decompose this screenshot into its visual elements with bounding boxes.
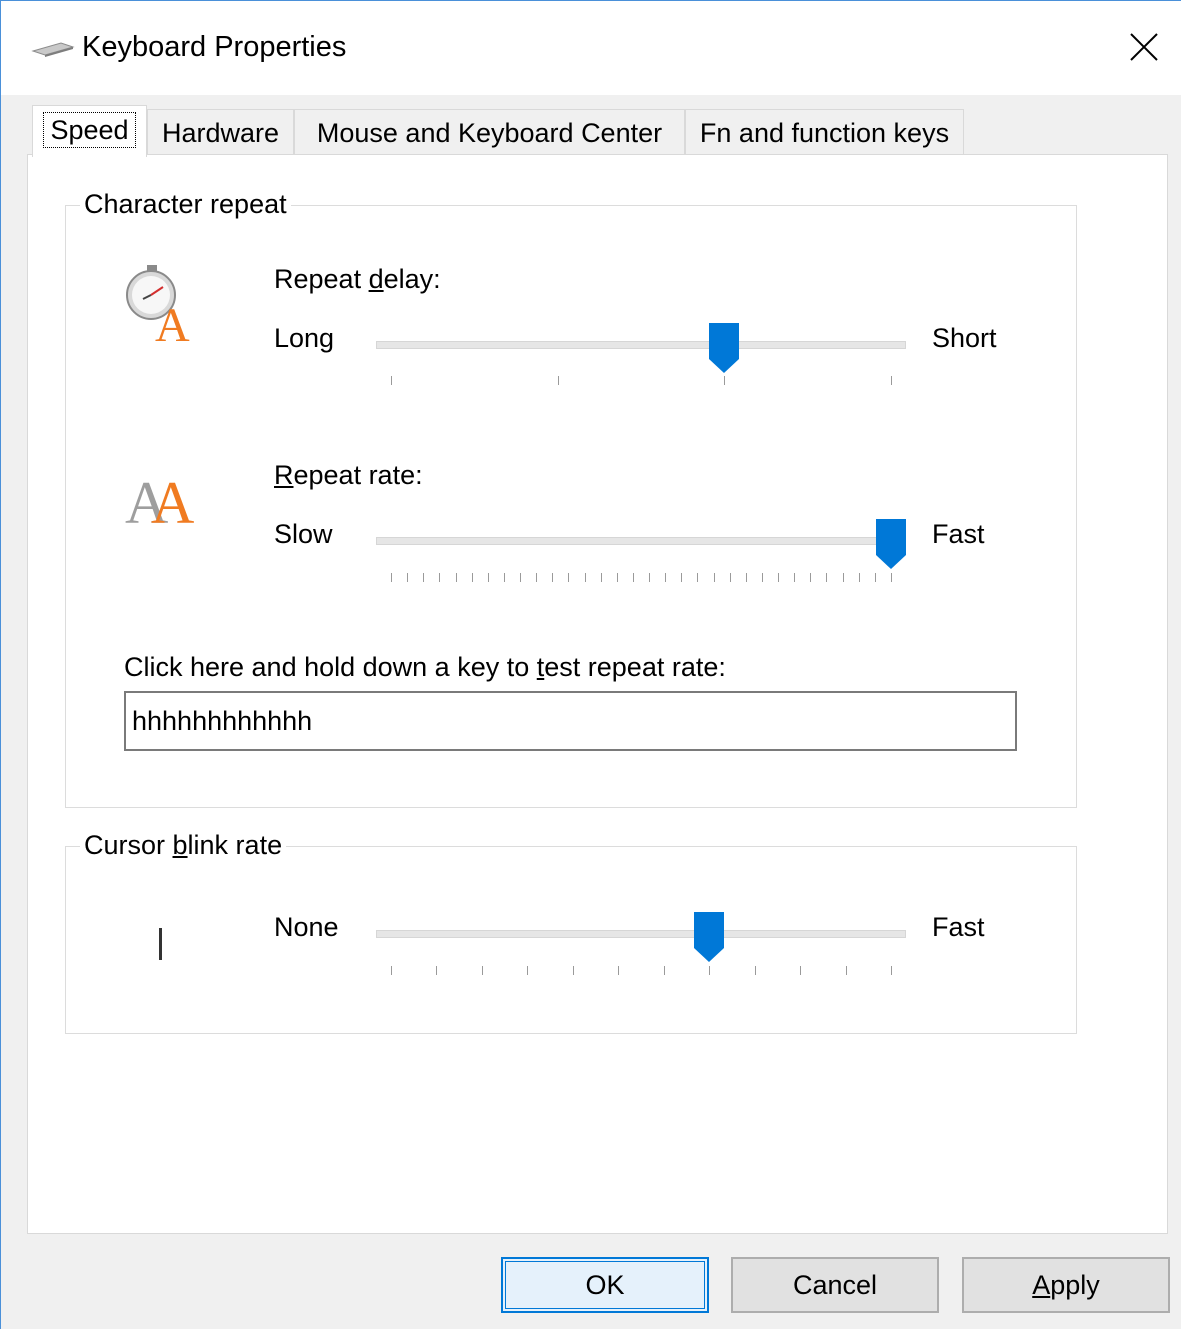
slider-tick	[858, 573, 860, 582]
test-repeat-rate-prompt: Click here and hold down a key to test r…	[124, 652, 726, 682]
slider-tick	[800, 966, 802, 975]
tab-hardware-label: Hardware	[161, 118, 280, 148]
slider-tick	[520, 573, 522, 582]
slider-tick	[891, 573, 892, 582]
close-icon	[1130, 33, 1158, 61]
slider-tick	[729, 573, 731, 582]
repeat-delay-max-label: Short	[932, 323, 997, 353]
slider-tick	[826, 573, 828, 582]
cursor-blink-slider-thumb[interactable]	[694, 912, 725, 962]
slider-tick	[697, 573, 699, 582]
slider-tick	[455, 573, 457, 582]
cursor-blink-track[interactable]	[376, 930, 906, 938]
slider-tick	[439, 573, 441, 582]
repeat-delay-track[interactable]	[376, 341, 906, 349]
slider-tick	[552, 573, 554, 582]
slider-tick	[503, 573, 505, 582]
slider-tick	[481, 966, 483, 975]
slider-tick	[487, 573, 489, 582]
slider-tick	[761, 573, 763, 582]
slider-tick	[391, 573, 392, 582]
slider-tick	[745, 573, 747, 582]
ok-button[interactable]: OK	[501, 1257, 709, 1313]
tab-fn-function-keys-label: Fn and function keys	[699, 118, 950, 148]
slider-tick	[842, 573, 844, 582]
slider-tick	[663, 966, 665, 975]
window-title: Keyboard Properties	[82, 31, 347, 63]
slider-tick	[572, 966, 574, 975]
cursor-blink-max-label: Fast	[932, 912, 985, 942]
slider-tick	[681, 573, 683, 582]
slider-tick	[709, 966, 711, 975]
slider-tick	[891, 376, 892, 385]
keyboard-properties-window: Keyboard Properties Speed Hardware Mouse…	[0, 0, 1181, 1329]
slider-tick	[794, 573, 796, 582]
slider-tick	[649, 573, 651, 582]
close-button[interactable]	[1121, 27, 1167, 67]
tab-hardware[interactable]: Hardware	[147, 109, 294, 155]
slider-tick	[845, 966, 847, 975]
test-repeat-rate-input[interactable]	[124, 691, 1017, 751]
slider-tick	[536, 573, 538, 582]
slider-tick	[754, 966, 756, 975]
apply-button[interactable]: Apply	[962, 1257, 1170, 1313]
repeat-rate-ticks	[391, 573, 892, 583]
slider-tick	[423, 573, 425, 582]
slider-tick	[616, 573, 618, 582]
slider-tick	[600, 573, 602, 582]
slider-tick	[391, 966, 392, 975]
slider-tick	[471, 573, 473, 582]
slider-tick	[407, 573, 409, 582]
slider-tick	[891, 966, 892, 975]
tab-mouse-keyboard-center-label: Mouse and Keyboard Center	[316, 118, 663, 148]
slider-tick	[810, 573, 812, 582]
slider-tick	[557, 376, 559, 385]
slider-tick	[713, 573, 715, 582]
cursor-blink-ticks	[391, 966, 892, 976]
tab-fn-function-keys[interactable]: Fn and function keys	[685, 109, 964, 155]
tab-speed-label: Speed	[43, 112, 136, 148]
tab-speed[interactable]: Speed	[32, 105, 147, 157]
svg-text:A: A	[155, 299, 190, 345]
slider-tick	[724, 376, 726, 385]
cursor-blink-rate-group-label: Cursor blink rate	[80, 828, 287, 862]
repeat-delay-min-label: Long	[274, 323, 335, 353]
repeat-rate-track[interactable]	[376, 537, 906, 545]
stopwatch-letter-icon: A	[126, 265, 190, 345]
repeat-delay-label: Repeat delay:	[274, 264, 441, 294]
slider-tick	[665, 573, 667, 582]
cursor-blink-rate-group: Cursor blink rate	[65, 828, 1077, 1034]
slider-tick	[584, 573, 586, 582]
cursor-blink-min-label: None	[274, 912, 339, 942]
slider-tick	[568, 573, 570, 582]
cursor-bar-icon	[159, 928, 162, 960]
slider-tick	[632, 573, 634, 582]
repeat-rate-label: Repeat rate:	[274, 460, 423, 490]
double-letter-icon: A A	[125, 471, 194, 527]
repeat-rate-min-label: Slow	[274, 519, 333, 549]
tab-mouse-keyboard-center[interactable]: Mouse and Keyboard Center	[294, 109, 685, 155]
slider-tick	[436, 966, 438, 975]
character-repeat-group-label: Character repeat	[80, 187, 291, 221]
keyboard-icon	[31, 42, 75, 57]
slider-tick	[874, 573, 876, 582]
svg-text:A: A	[151, 471, 194, 527]
title-bar[interactable]: Keyboard Properties	[1, 1, 1181, 95]
slider-tick	[618, 966, 620, 975]
slider-tick	[391, 376, 392, 385]
repeat-rate-max-label: Fast	[932, 519, 985, 549]
slider-tick	[778, 573, 780, 582]
cancel-button[interactable]: Cancel	[731, 1257, 939, 1313]
repeat-delay-slider-thumb[interactable]	[709, 323, 740, 373]
slider-tick	[527, 966, 529, 975]
repeat-rate-slider-thumb[interactable]	[876, 519, 906, 569]
repeat-delay-ticks	[391, 376, 892, 386]
